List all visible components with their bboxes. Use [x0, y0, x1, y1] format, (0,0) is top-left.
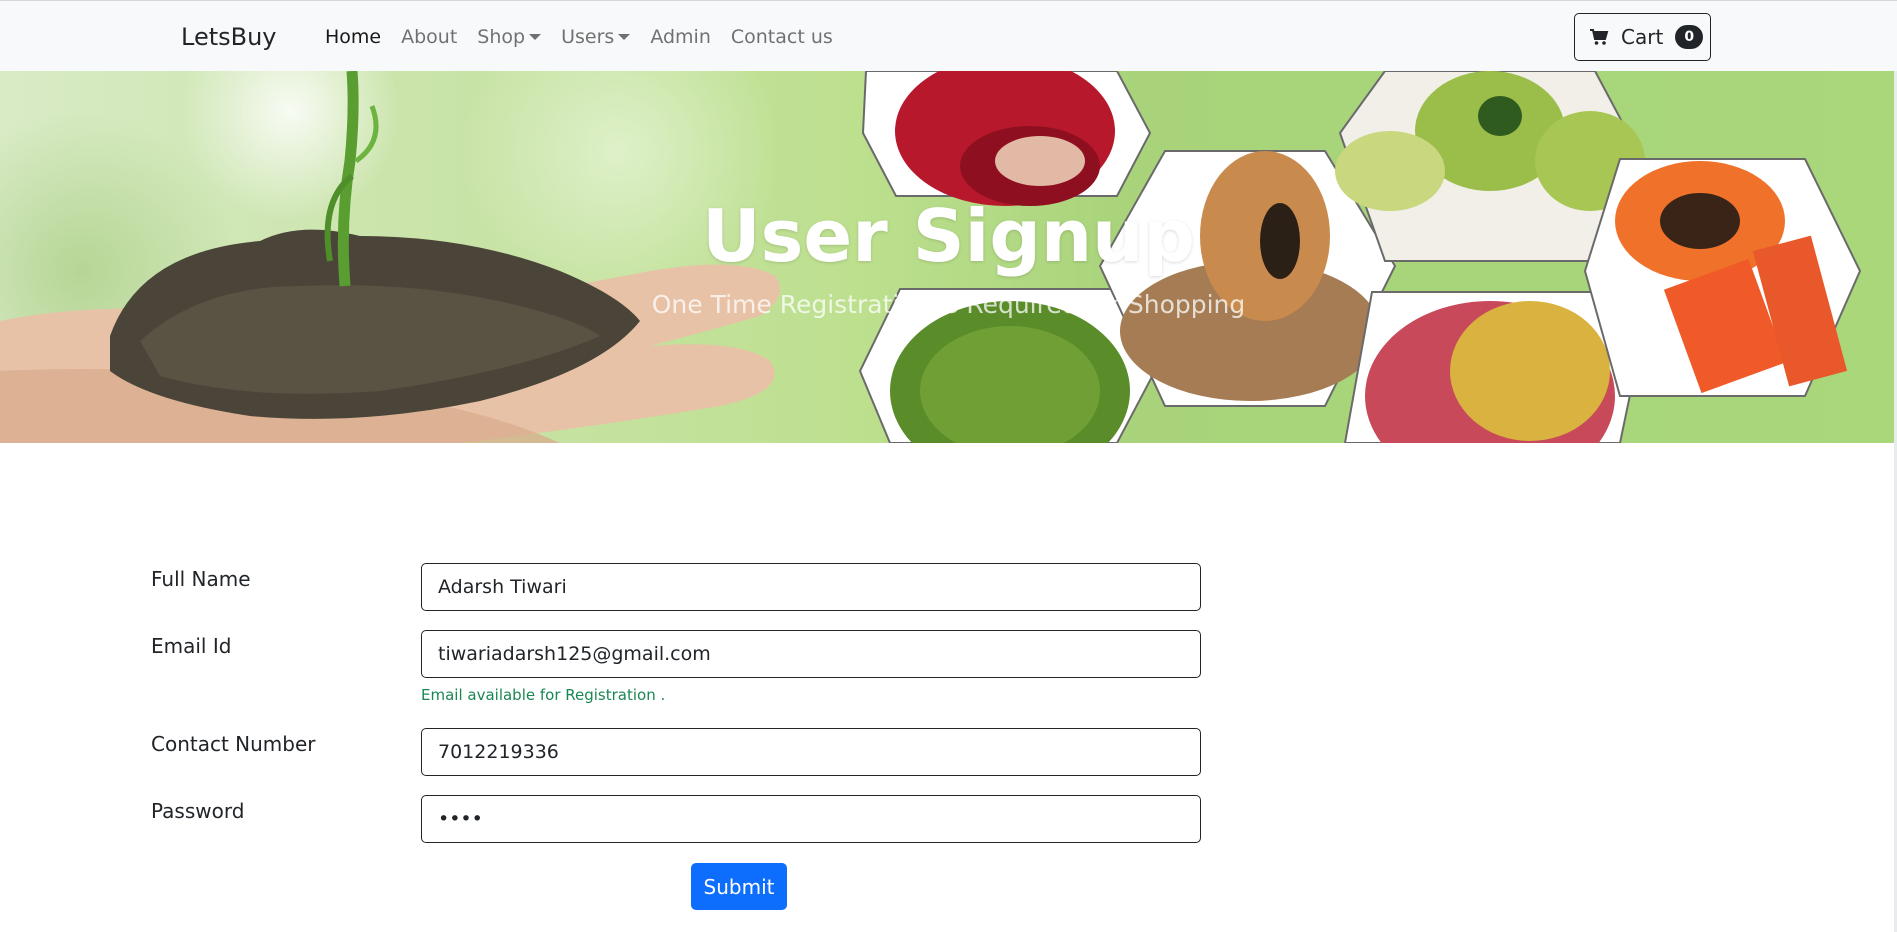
- chevron-down-icon: [618, 34, 631, 40]
- nav-users-dropdown[interactable]: Users: [561, 23, 631, 51]
- cart-icon: [1590, 29, 1609, 45]
- password-input[interactable]: [421, 795, 1201, 843]
- password-label: Password: [151, 799, 245, 823]
- brand-logo[interactable]: LetsBuy: [181, 22, 277, 52]
- page-title: User Signup: [702, 194, 1195, 278]
- contact-number-label: Contact Number: [151, 732, 316, 756]
- email-input[interactable]: [421, 630, 1201, 678]
- email-label: Email Id: [151, 634, 232, 658]
- cart-button[interactable]: Cart 0: [1574, 13, 1711, 61]
- contact-number-input[interactable]: [421, 728, 1201, 776]
- full-name-label: Full Name: [151, 567, 251, 591]
- nav-users-label: Users: [561, 26, 615, 48]
- navbar: LetsBuy Home About Shop Users Admin Cont…: [0, 0, 1897, 71]
- nav-about[interactable]: About: [401, 23, 457, 51]
- cart-label: Cart: [1621, 25, 1664, 49]
- submit-button[interactable]: Submit: [691, 863, 787, 910]
- nav-links: Home About Shop Users Admin Contact us: [325, 23, 853, 51]
- chevron-down-icon: [529, 34, 542, 40]
- nav-admin[interactable]: Admin: [650, 23, 711, 51]
- email-availability-message: Email available for Registration .: [421, 686, 666, 704]
- nav-shop-dropdown[interactable]: Shop: [477, 23, 542, 51]
- nav-home[interactable]: Home: [325, 23, 381, 51]
- hero-banner: User Signup One Time Registration is Req…: [0, 71, 1897, 443]
- nav-contact[interactable]: Contact us: [731, 23, 833, 51]
- nav-shop-label: Shop: [477, 26, 526, 48]
- page-subtitle: One Time Registration is Required for Sh…: [651, 290, 1246, 319]
- cart-count-badge: 0: [1675, 25, 1704, 49]
- full-name-input[interactable]: [421, 563, 1201, 611]
